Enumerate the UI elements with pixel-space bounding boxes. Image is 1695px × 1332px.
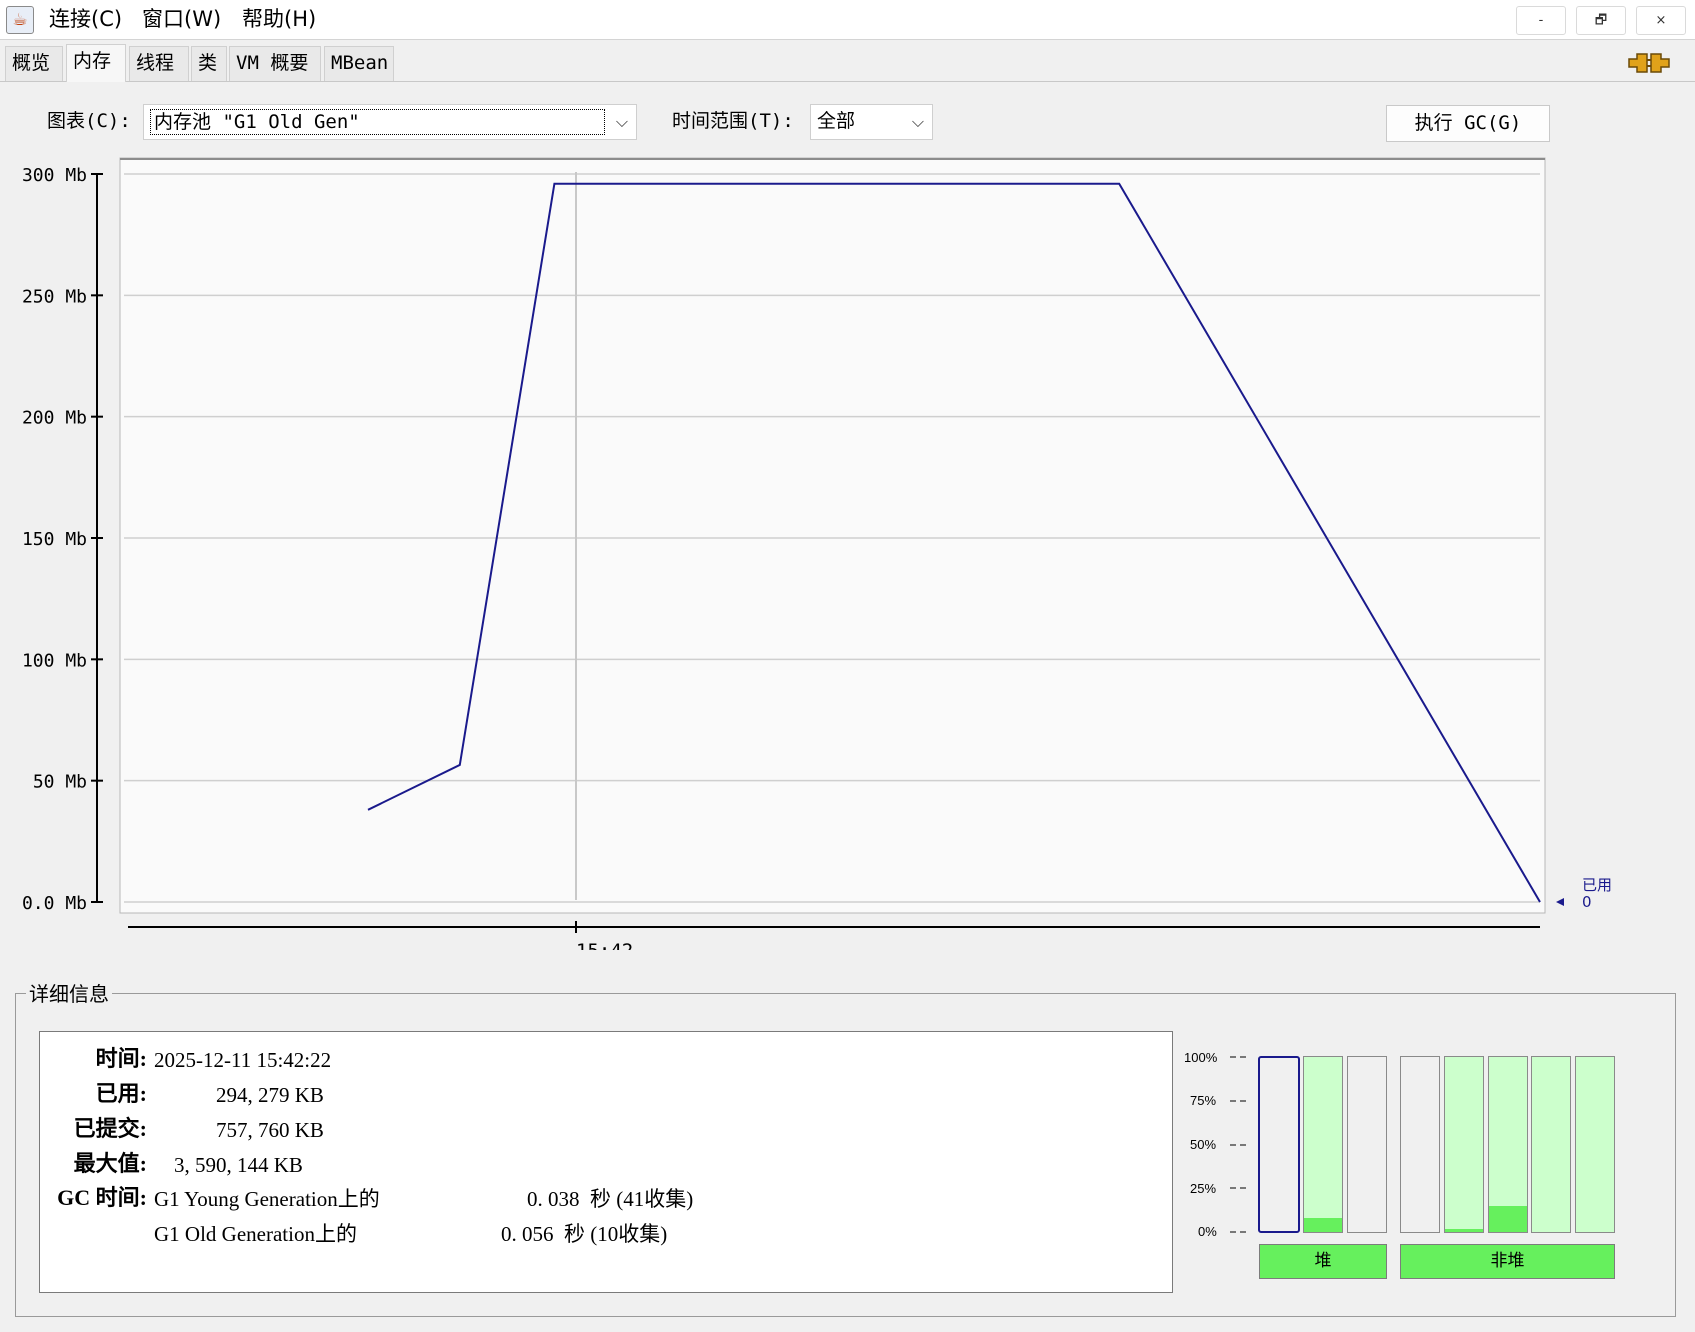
used-label: 已用: xyxy=(95,1081,147,1106)
y-tick-label: 200 Mb xyxy=(22,408,87,429)
details-title: 详细信息 xyxy=(26,982,112,1006)
time-range-select[interactable]: 全部 ⌵ xyxy=(810,104,933,140)
restore-button[interactable]: 🗗 xyxy=(1576,6,1626,35)
used-value: 294, 279 KB xyxy=(216,1083,324,1107)
minimize-button[interactable]: - xyxy=(1516,6,1566,35)
chart-select[interactable]: 内存池 "G1 Old Gen" ⌵ xyxy=(143,104,637,140)
tab-threads[interactable]: 线程 xyxy=(129,46,189,81)
heap-pool-bar[interactable] xyxy=(1258,1056,1300,1233)
non-heap-pool-bar[interactable] xyxy=(1531,1056,1571,1233)
non-heap-pool-bar[interactable] xyxy=(1575,1056,1615,1233)
gc-old-name: G1 Old Generation上的 xyxy=(154,1222,357,1246)
y-tick-label: 300 Mb xyxy=(22,165,87,186)
time-range-value: 全部 xyxy=(817,110,856,132)
gc-time-label: GC 时间: xyxy=(57,1185,147,1210)
menu-connection[interactable]: 连接(C) xyxy=(49,7,122,31)
pct-label: 50% xyxy=(1190,1137,1217,1152)
details-info-box: 时间: 2025-12-11 15:42:22 已用: 294, 279 KB … xyxy=(39,1031,1173,1293)
max-label: 最大值: xyxy=(73,1151,147,1176)
chart-select-value: 内存池 "G1 Old Gen" xyxy=(150,109,605,135)
time-value: 2025-12-11 15:42:22 xyxy=(154,1048,332,1072)
tab-vm-summary[interactable]: VM 概要 xyxy=(229,46,321,81)
gc-young-name: G1 Young Generation上的 xyxy=(154,1187,380,1211)
y-tick-label: 0.0 Mb xyxy=(22,893,87,914)
memory-chart: 300 Mb 250 Mb 200 Mb 150 Mb 100 Mb 50 Mb 0.0 M… xyxy=(22,157,1612,950)
heap-pool-bar[interactable] xyxy=(1347,1056,1387,1233)
current-value-marker xyxy=(1556,898,1564,906)
pool-usage-fill xyxy=(1489,1205,1527,1232)
perform-gc-button[interactable]: 执行 GC(G) xyxy=(1386,105,1550,142)
gc-old-value: 0. 056 秒 (10收集) xyxy=(501,1222,668,1246)
tab-overview[interactable]: 概览 xyxy=(5,46,63,81)
tab-mbean[interactable]: MBean xyxy=(324,46,394,81)
legend-label: 已用 xyxy=(1582,876,1612,894)
committed-label: 已提交: xyxy=(73,1116,147,1141)
y-ticks: 300 Mb 250 Mb 200 Mb 150 Mb 100 Mb 50 Mb 0.0 M… xyxy=(22,165,103,914)
non-heap-pool-bar[interactable] xyxy=(1444,1056,1484,1233)
java-coffee-icon: ☕ xyxy=(6,6,34,34)
plot-area xyxy=(119,157,1546,914)
time-label: 时间: xyxy=(95,1046,147,1071)
connection-status-icon[interactable] xyxy=(1627,50,1671,76)
pool-usage-fill xyxy=(1445,1228,1483,1232)
x-tick-label: 15:42 xyxy=(576,940,633,950)
pct-tick-marks xyxy=(1230,1056,1246,1233)
title-bar: ☕ 连接(C) 窗口(W) 帮助(H) - 🗗 × xyxy=(0,0,1695,40)
legend-value: 0 xyxy=(1582,893,1592,911)
y-tick-label: 100 Mb xyxy=(22,650,87,671)
y-tick-label: 50 Mb xyxy=(33,772,87,793)
pct-label: 25% xyxy=(1190,1181,1217,1196)
pct-label: 0% xyxy=(1198,1224,1217,1239)
y-tick-label: 250 Mb xyxy=(22,286,87,307)
gc-young-value: 0. 038 秒 (41收集) xyxy=(527,1187,694,1211)
menu-help[interactable]: 帮助(H) xyxy=(242,7,316,31)
non-heap-button[interactable]: 非堆 xyxy=(1400,1244,1615,1279)
pool-usage-fill xyxy=(1304,1218,1342,1232)
close-button[interactable]: × xyxy=(1636,6,1686,35)
committed-value: 757, 760 KB xyxy=(216,1118,324,1142)
y-tick-label: 150 Mb xyxy=(22,529,87,550)
pct-label: 100% xyxy=(1184,1050,1218,1065)
time-range-label: 时间范围(T): xyxy=(672,110,794,132)
menu-window[interactable]: 窗口(W) xyxy=(142,7,221,31)
tab-bar: 概览 内存 线程 类 VM 概要 MBean xyxy=(0,44,1695,82)
non-heap-pool-bar[interactable] xyxy=(1400,1056,1440,1233)
chevron-down-icon: ⌵ xyxy=(911,112,924,131)
chart-label: 图表(C): xyxy=(47,110,131,132)
tab-classes[interactable]: 类 xyxy=(191,46,227,81)
tab-memory[interactable]: 内存 xyxy=(66,44,126,82)
non-heap-pool-bar[interactable] xyxy=(1488,1056,1528,1233)
pct-label: 75% xyxy=(1190,1093,1217,1108)
max-value: 3, 590, 144 KB xyxy=(174,1153,303,1177)
heap-pool-bar[interactable] xyxy=(1303,1056,1343,1233)
heap-button[interactable]: 堆 xyxy=(1259,1244,1387,1279)
chevron-down-icon: ⌵ xyxy=(615,112,628,131)
